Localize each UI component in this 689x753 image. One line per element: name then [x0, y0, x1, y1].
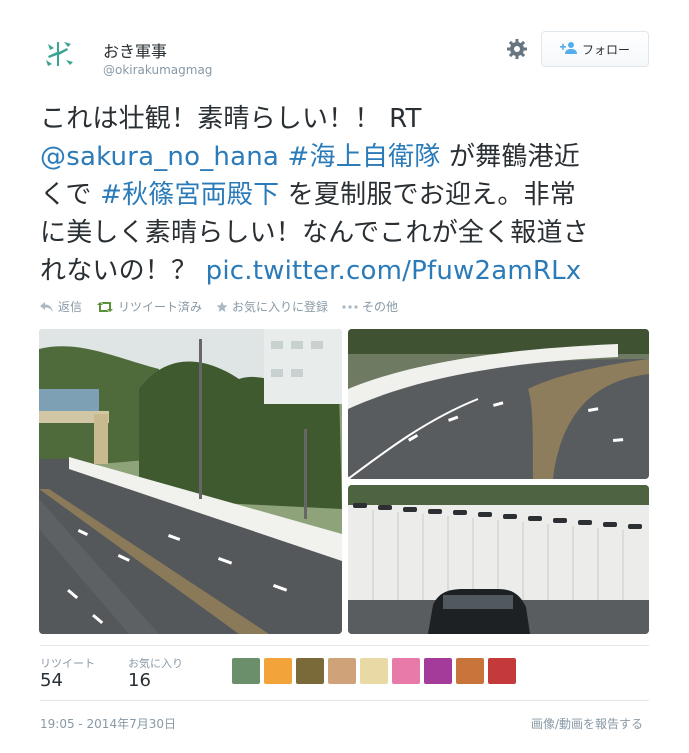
retweet-action[interactable]: リツイート済み [96, 298, 202, 315]
mention-link[interactable]: @sakura_no_hana [40, 142, 279, 172]
follow-label: フォロー [581, 42, 630, 57]
tweet-text-segment: くで [40, 180, 101, 210]
hashtag-link[interactable]: #海上自衛隊 [288, 142, 441, 172]
reply-label: 返信 [58, 300, 83, 314]
avatar[interactable] [392, 658, 420, 684]
tweet-text: これは壮観！素晴らしい！！ RT @sakura_no_hana #海上自衛隊 … [40, 100, 660, 290]
avatar[interactable] [488, 658, 516, 684]
hashtag-link[interactable]: #秋篠宮両殿下 [100, 180, 279, 210]
more-icon [342, 304, 358, 309]
favoriters-avatars [232, 658, 516, 684]
add-user-icon [559, 41, 578, 58]
photo-2[interactable] [348, 329, 649, 479]
favorites-label: お気に入り [128, 657, 183, 670]
reply-icon [40, 301, 54, 313]
tweet-text-segment: に美しく素晴らしい！なんでこれが全く報道さ [40, 218, 589, 248]
photo-3[interactable] [348, 485, 649, 634]
avatar[interactable] [232, 658, 260, 684]
tweet-timestamp[interactable]: 19:05 - 2014年7月30日 [40, 715, 176, 732]
tweet-text-segment: を夏制服でお迎え。非常 [279, 180, 576, 210]
favorite-action[interactable]: お気に入りに登録 [216, 298, 328, 315]
star-icon [216, 301, 228, 313]
reply-action[interactable]: 返信 [40, 298, 82, 315]
retweets-label: リツイート [40, 657, 95, 670]
follow-button[interactable]: フォロー [541, 31, 649, 67]
gear-icon[interactable] [505, 37, 529, 61]
tweet-text-segment: れないの！？ [40, 256, 206, 286]
tweet-line1: これは壮観！素晴らしい！！ RT [40, 104, 422, 134]
avatar[interactable] [264, 658, 292, 684]
divider [40, 700, 649, 701]
display-name[interactable]: おき軍事 [103, 38, 167, 62]
avatar[interactable] [424, 658, 452, 684]
avatar[interactable] [328, 658, 356, 684]
favorites-count[interactable]: 16 [128, 670, 151, 691]
avatar[interactable] [296, 658, 324, 684]
retweets-count[interactable]: 54 [40, 670, 63, 691]
favorite-label: お気に入りに登録 [232, 300, 329, 314]
retweet-icon [96, 301, 114, 313]
avatar[interactable] [456, 658, 484, 684]
avatar[interactable] [40, 34, 80, 74]
more-label: その他 [362, 300, 399, 314]
tweet-text-segment: が舞鶴港近 [440, 142, 580, 172]
pic-link[interactable]: pic.twitter.com/Pfuw2amRLx [206, 256, 582, 286]
screen-name[interactable]: @okirakumagmag [103, 63, 212, 77]
avatar[interactable] [360, 658, 388, 684]
divider [40, 645, 649, 646]
more-action[interactable]: その他 [342, 298, 398, 315]
photo-1[interactable] [39, 329, 342, 634]
retweet-label: リツイート済み [118, 300, 203, 314]
report-media-link[interactable]: 画像/動画を報告する [531, 715, 643, 732]
tweet-actions: 返信 リツイート済み お気に入りに登録 その他 [40, 298, 398, 315]
